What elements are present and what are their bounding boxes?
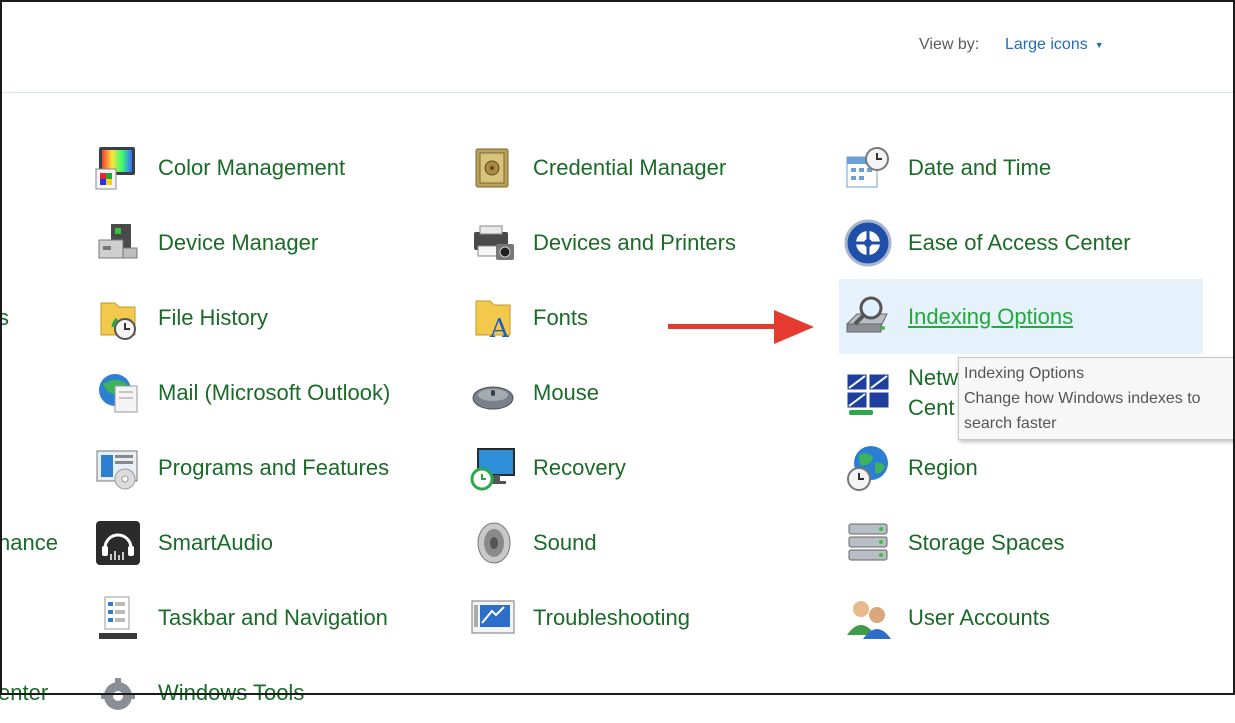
item-label[interactable]: Date and Time	[908, 155, 1051, 181]
red-arrow-icon	[668, 310, 814, 344]
header-divider	[0, 92, 1233, 93]
device-manager-icon	[92, 217, 144, 269]
item-label[interactable]: Netw	[908, 363, 958, 393]
network-sharing-icon	[842, 367, 894, 419]
item-taskbar-navigation[interactable]: Taskbar and Navigation	[92, 588, 388, 648]
item-ease-of-access[interactable]: Ease of Access Center	[842, 213, 1131, 273]
programs-features-icon	[92, 442, 144, 494]
item-label[interactable]: Troubleshooting	[533, 605, 690, 631]
item-file-history[interactable]: File History	[92, 288, 268, 348]
item-smartaudio[interactable]: SmartAudio	[92, 513, 273, 573]
item-label[interactable]: Devices and Printers	[533, 230, 736, 256]
item-label[interactable]: User Accounts	[908, 605, 1050, 631]
item-region[interactable]: Region	[842, 438, 978, 498]
chevron-down-icon[interactable]: ▼	[1095, 40, 1104, 50]
partial-item-row8[interactable]: enter	[0, 680, 48, 706]
partial-item-row3[interactable]: s	[0, 305, 9, 331]
item-mouse[interactable]: Mouse	[467, 363, 599, 423]
smartaudio-icon	[92, 517, 144, 569]
view-by-dropdown[interactable]: Large icons ▼	[1005, 36, 1104, 54]
troubleshooting-icon	[467, 592, 519, 644]
item-devices-printers[interactable]: Devices and Printers	[467, 213, 736, 273]
recovery-icon	[467, 442, 519, 494]
item-label[interactable]: File History	[158, 305, 268, 331]
item-label[interactable]: SmartAudio	[158, 530, 273, 556]
tooltip: Indexing Options Change how Windows inde…	[958, 357, 1235, 440]
storage-spaces-icon	[842, 517, 894, 569]
item-storage-spaces[interactable]: Storage Spaces	[842, 513, 1065, 573]
item-mail[interactable]: Mail (Microsoft Outlook)	[92, 363, 390, 423]
item-label[interactable]: Recovery	[533, 455, 626, 481]
view-by-value[interactable]: Large icons	[1005, 36, 1088, 54]
header-bar: View by: Large icons ▼	[0, 0, 1235, 92]
item-date-time[interactable]: Date and Time	[842, 138, 1051, 198]
item-color-management[interactable]: Color Management	[92, 138, 345, 198]
credential-manager-icon	[467, 142, 519, 194]
fonts-icon: A	[467, 292, 519, 344]
item-label[interactable]: Credential Manager	[533, 155, 726, 181]
tooltip-title: Indexing Options	[964, 365, 1085, 382]
item-indexing-options[interactable]: Indexing Options	[839, 279, 1203, 354]
mouse-icon	[467, 367, 519, 419]
item-label[interactable]: Device Manager	[158, 230, 318, 256]
date-time-icon	[842, 142, 894, 194]
item-fonts[interactable]: A Fonts	[467, 288, 588, 348]
devices-printers-icon	[467, 217, 519, 269]
view-by-label: View by:	[919, 36, 980, 53]
taskbar-icon	[92, 592, 144, 644]
file-history-icon	[92, 292, 144, 344]
region-icon	[842, 442, 894, 494]
item-label[interactable]: Mail (Microsoft Outlook)	[158, 380, 390, 406]
user-accounts-icon	[842, 592, 894, 644]
tooltip-line2: search faster	[964, 415, 1057, 432]
mail-icon	[92, 367, 144, 419]
partial-item-row6[interactable]: nance	[0, 530, 58, 556]
item-label[interactable]: Ease of Access Center	[908, 230, 1131, 256]
color-management-icon	[92, 142, 144, 194]
item-user-accounts[interactable]: User Accounts	[842, 588, 1050, 648]
indexing-options-icon	[842, 291, 894, 343]
item-label[interactable]: Region	[908, 455, 978, 481]
item-label[interactable]: Taskbar and Navigation	[158, 605, 388, 631]
item-recovery[interactable]: Recovery	[467, 438, 626, 498]
item-windows-tools[interactable]: Windows Tools	[92, 663, 304, 723]
item-sound[interactable]: Sound	[467, 513, 597, 573]
item-label[interactable]: Storage Spaces	[908, 530, 1065, 556]
item-label[interactable]: Windows Tools	[158, 680, 304, 706]
item-label[interactable]: Programs and Features	[158, 455, 389, 481]
item-programs-features[interactable]: Programs and Features	[92, 438, 389, 498]
tooltip-line1: Change how Windows indexes to	[964, 390, 1201, 407]
item-label-line2[interactable]: Cent	[908, 393, 958, 423]
item-label[interactable]: Indexing Options	[908, 304, 1073, 330]
sound-icon	[467, 517, 519, 569]
ease-of-access-icon	[842, 217, 894, 269]
item-label[interactable]: Sound	[533, 530, 597, 556]
item-label[interactable]: Fonts	[533, 305, 588, 331]
svg-text:A: A	[489, 314, 510, 343]
item-network-sharing[interactable]: Netw Cent	[842, 363, 958, 423]
item-device-manager[interactable]: Device Manager	[92, 213, 318, 273]
windows-tools-icon	[92, 667, 144, 719]
item-label[interactable]: Mouse	[533, 380, 599, 406]
item-credential-manager[interactable]: Credential Manager	[467, 138, 726, 198]
item-troubleshooting[interactable]: Troubleshooting	[467, 588, 690, 648]
item-label[interactable]: Color Management	[158, 155, 345, 181]
